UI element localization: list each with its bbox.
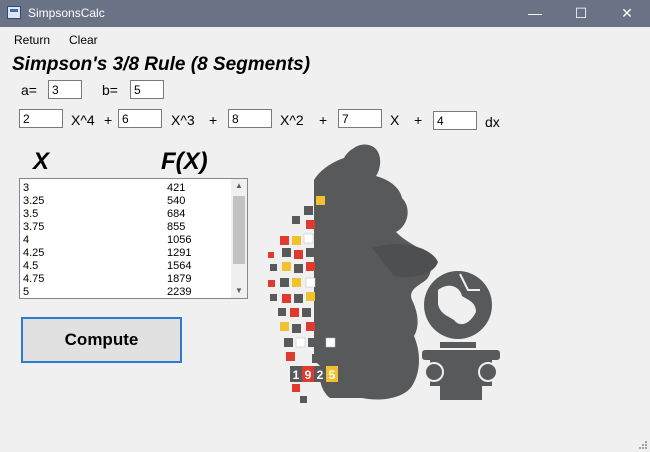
- b-input[interactable]: [130, 80, 164, 99]
- dx-label: dx: [485, 114, 500, 130]
- page-title: Simpson's 3/8 Rule (8 Segments): [12, 54, 311, 75]
- svg-text:9: 9: [305, 368, 312, 382]
- results-listbox[interactable]: 3 421 3.25 540 3.5 684 3.75 855 4 1056 4.25 12…: [19, 178, 248, 299]
- window-title: SimpsonsCalc: [28, 6, 105, 20]
- maximize-button[interactable]: ☐: [558, 0, 604, 27]
- list-item[interactable]: 4 1056: [23, 234, 233, 247]
- resize-grip-icon[interactable]: [638, 440, 648, 450]
- x3-label: X^3: [171, 112, 195, 128]
- list-item[interactable]: 3.25 540: [23, 195, 233, 208]
- a-input[interactable]: [48, 80, 82, 99]
- vertical-scrollbar[interactable]: ▲ ▼: [231, 179, 247, 298]
- plus-sign: +: [319, 112, 328, 128]
- x1-label: X: [390, 112, 400, 128]
- list-item[interactable]: 4.25 1291: [23, 247, 233, 260]
- svg-text:2: 2: [317, 368, 324, 382]
- list-item[interactable]: 3.75 855: [23, 221, 233, 234]
- fx-column-header: F(X): [161, 148, 208, 175]
- plus-sign: +: [414, 112, 423, 128]
- column-capital-icon: [422, 350, 500, 400]
- globe-icon: [424, 271, 492, 348]
- scrollbar-thumb[interactable]: [233, 196, 245, 264]
- x-column-header: X: [33, 148, 50, 175]
- menu-item-clear[interactable]: Clear: [69, 33, 98, 47]
- chevron-down-icon[interactable]: ▼: [231, 284, 247, 298]
- x4-label: X^4: [71, 112, 95, 128]
- plus-sign: +: [209, 112, 218, 128]
- year-1925-badge: 1 9 2 5: [290, 366, 338, 382]
- title-bar[interactable]: SimpsonsCalc — ☐ ✕: [0, 0, 650, 27]
- list-item[interactable]: 4.5 1564: [23, 260, 233, 273]
- compute-button[interactable]: Compute: [21, 317, 182, 363]
- b-label: b=: [102, 82, 118, 98]
- thinker-silhouette-icon: [314, 144, 438, 400]
- coefficient-x3-input[interactable]: [118, 109, 162, 128]
- a-label: a=: [21, 82, 37, 98]
- x2-label: X^2: [280, 112, 304, 128]
- list-item[interactable]: 4.75 1879: [23, 273, 233, 286]
- list-item[interactable]: 3.5 684: [23, 208, 233, 221]
- thinker-globe-logo: 1 9 2 5: [268, 144, 500, 403]
- close-button[interactable]: ✕: [604, 0, 650, 27]
- constant-input[interactable]: [433, 111, 477, 130]
- chevron-up-icon[interactable]: ▲: [231, 179, 247, 193]
- menu-item-return[interactable]: Return: [14, 33, 50, 47]
- coefficient-x2-input[interactable]: [228, 109, 272, 128]
- svg-text:1: 1: [293, 368, 300, 382]
- list-item[interactable]: 3 421: [23, 182, 233, 195]
- coefficient-x4-input[interactable]: [19, 109, 63, 128]
- minimize-button[interactable]: —: [512, 0, 558, 27]
- list-item[interactable]: 5 2239: [23, 286, 233, 298]
- coefficient-x1-input[interactable]: [338, 109, 382, 128]
- calculator-app-icon: [7, 6, 21, 19]
- svg-text:5: 5: [329, 368, 336, 382]
- plus-sign: +: [104, 112, 113, 128]
